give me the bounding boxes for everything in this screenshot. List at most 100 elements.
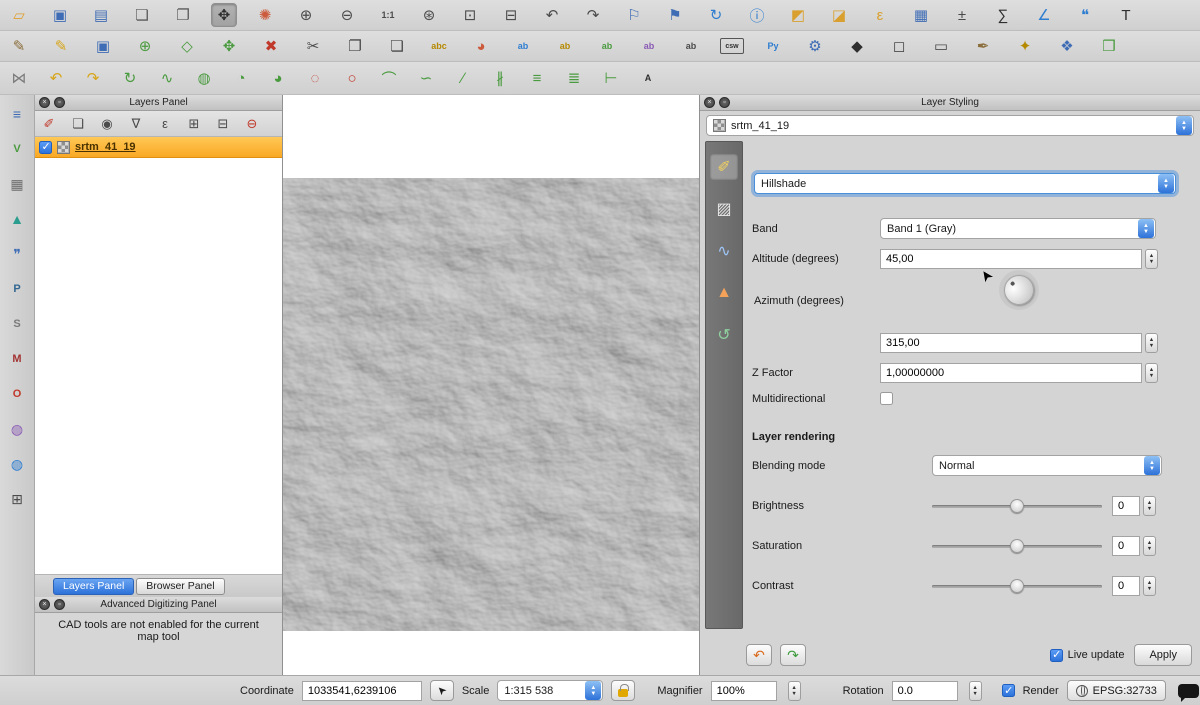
zfactor-input[interactable] (880, 363, 1142, 383)
layer-tree[interactable]: srtm_41_19 (35, 137, 282, 575)
stream-digitizing-icon[interactable]: A (635, 66, 661, 90)
slider-thumb[interactable] (1010, 499, 1024, 513)
reshape-features-icon[interactable]: ∽ (413, 66, 439, 90)
add-mssql-layer-icon[interactable]: M (5, 348, 29, 370)
hillshade-raster[interactable] (283, 178, 699, 631)
float-panel-icon[interactable]: ▫ (719, 97, 730, 108)
move-label-icon[interactable]: ab (594, 34, 620, 58)
offset-curve-icon[interactable]: ⌒ (376, 66, 402, 90)
coordinate-extent-icon[interactable]: ➤ (430, 680, 454, 701)
add-postgis-layer-icon[interactable]: P (5, 278, 29, 300)
redo-edits-icon[interactable]: ↷ (80, 66, 106, 90)
paste-features-icon[interactable]: ❏ (384, 34, 410, 58)
pyramids-tab-icon[interactable]: ▲ (710, 280, 738, 306)
azimuth-stepper[interactable]: ▲▼ (1145, 333, 1158, 353)
zoom-full-icon[interactable]: ✺ (252, 3, 278, 27)
coordinate-input[interactable] (302, 681, 422, 701)
pan-map-icon[interactable]: ✥ (211, 3, 237, 27)
add-delimited-text-icon[interactable]: ❞ (5, 243, 29, 265)
python-console-icon[interactable]: Py (760, 34, 786, 58)
zoom-last-icon[interactable]: ↶ (539, 3, 565, 27)
close-panel-icon[interactable]: × (39, 97, 50, 108)
symbology-tab-icon[interactable]: ✐ (710, 154, 738, 180)
save-project-icon[interactable]: ▣ (47, 3, 73, 27)
add-oracle-layer-icon[interactable]: O (5, 383, 29, 405)
value-stepper[interactable]: ▲▼ (1143, 536, 1156, 556)
expand-all-icon[interactable]: ⊞ (184, 114, 204, 134)
csw-search-icon[interactable]: csw (720, 38, 744, 54)
merge-attributes-icon[interactable]: ≣ (561, 66, 587, 90)
vertex-tool-icon[interactable]: ◇ (174, 34, 200, 58)
topology-checker-icon[interactable]: ⋈ (6, 66, 32, 90)
deselect-features-icon[interactable]: ◪ (826, 3, 852, 27)
rotation-input[interactable] (892, 681, 958, 701)
scale-combo[interactable]: 1:315 538 ▲▼ (497, 680, 603, 701)
add-wms-layer-icon[interactable]: ◍ (5, 418, 29, 440)
messages-icon[interactable] (1178, 684, 1199, 698)
copy-features-icon[interactable]: ❐ (342, 34, 368, 58)
magnifier-stepper[interactable]: ▲▼ (788, 681, 801, 701)
close-panel-icon[interactable]: × (704, 97, 715, 108)
delete-part-icon[interactable]: ○ (339, 66, 365, 90)
data-source-manager-icon[interactable]: ≡ (5, 103, 29, 125)
split-parts-icon[interactable]: ∦ (487, 66, 513, 90)
trim-extend-icon[interactable]: ⊢ (598, 66, 624, 90)
brightness-value-input[interactable] (1112, 496, 1140, 516)
rotate-label-icon[interactable]: ab (636, 34, 662, 58)
select-by-expression-icon[interactable]: ε (867, 3, 893, 27)
transparency-tab-icon[interactable]: ▨ (710, 196, 738, 222)
fixed-extent-icon[interactable]: ▭ (928, 34, 954, 58)
combo-stepper-icon[interactable]: ▲▼ (1158, 174, 1174, 193)
combo-stepper-icon[interactable]: ▲▼ (1144, 456, 1160, 475)
redo-style-icon[interactable]: ↷ (780, 644, 806, 666)
renderer-combo[interactable]: Hillshade ▲▼ (754, 173, 1176, 194)
combo-stepper-icon[interactable]: ▲▼ (1176, 116, 1192, 135)
sketch-tool-icon[interactable]: ✒ (970, 34, 996, 58)
layer-visibility-checkbox[interactable] (39, 141, 52, 154)
zoom-native-icon[interactable]: 1:1 (375, 3, 401, 27)
float-panel-icon[interactable]: ▫ (54, 599, 65, 610)
show-bookmarks-icon[interactable]: ⚑ (662, 3, 688, 27)
brightness-slider[interactable] (932, 499, 1102, 513)
diagram-options-icon[interactable]: ◕ (468, 34, 494, 58)
contrast-slider[interactable] (932, 579, 1102, 593)
processing-toolbox-icon[interactable]: ⚙ (802, 34, 828, 58)
manage-map-themes-icon[interactable]: ◉ (97, 114, 117, 134)
refresh-map-icon[interactable]: ↻ (703, 3, 729, 27)
zoom-to-selection-icon[interactable]: ⊡ (457, 3, 483, 27)
slider-thumb[interactable] (1010, 579, 1024, 593)
layer-effects-icon[interactable]: ❖ (1054, 34, 1080, 58)
delete-ring-icon[interactable]: ◌ (302, 66, 328, 90)
add-mesh-layer-icon[interactable]: ▲ (5, 208, 29, 230)
add-wfs-layer-icon[interactable]: ◍ (5, 453, 29, 475)
add-vector-layer-icon[interactable]: V (5, 138, 29, 160)
open-layer-styling-icon[interactable]: ✐ (39, 114, 59, 134)
new-bookmark-icon[interactable]: ⚐ (621, 3, 647, 27)
rotation-stepper[interactable]: ▲▼ (969, 681, 982, 701)
fill-ring-icon[interactable]: ◕ (265, 66, 291, 90)
zoom-to-layer-icon[interactable]: ⊟ (498, 3, 524, 27)
style-manager-icon[interactable]: ✦ (1012, 34, 1038, 58)
add-virtual-layer-icon[interactable]: ⊞ (5, 488, 29, 510)
save-layer-edits-icon[interactable]: ▣ (90, 34, 116, 58)
zoom-next-icon[interactable]: ↷ (580, 3, 606, 27)
magnifier-input[interactable] (711, 681, 777, 701)
slider-thumb[interactable] (1010, 539, 1024, 553)
add-ring-icon[interactable]: ◍ (191, 66, 217, 90)
add-part-icon[interactable]: ◔ (228, 66, 254, 90)
crs-button[interactable]: EPSG:32733 (1067, 680, 1166, 701)
history-tab-icon[interactable]: ↺ (710, 322, 738, 348)
saturation-slider[interactable] (932, 539, 1102, 553)
layer-selector-combo[interactable]: srtm_41_19 ▲▼ (706, 115, 1194, 136)
cut-features-icon[interactable]: ✂ (300, 34, 326, 58)
saturation-value-input[interactable] (1112, 536, 1140, 556)
remove-layer-icon[interactable]: ⊖ (242, 114, 262, 134)
combo-stepper-icon[interactable]: ▲▼ (585, 681, 601, 700)
azimuth-dial[interactable] (998, 269, 1040, 311)
contrast-value-input[interactable] (1112, 576, 1140, 596)
extent-rectangle-icon[interactable]: ◻ (886, 34, 912, 58)
histogram-tab-icon[interactable]: ∿ (710, 238, 738, 264)
move-feature-icon[interactable]: ✥ (216, 34, 242, 58)
tab-browser-panel[interactable]: Browser Panel (136, 578, 224, 595)
north-arrow-icon[interactable]: ◆ (844, 34, 870, 58)
